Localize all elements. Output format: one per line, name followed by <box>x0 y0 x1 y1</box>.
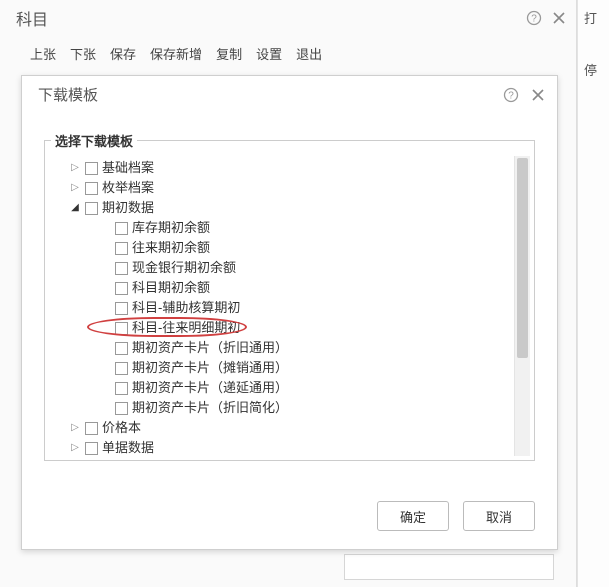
toolbar-exit[interactable]: 退出 <box>296 44 322 63</box>
expand-icon[interactable]: ▷ <box>69 162 81 174</box>
help-icon[interactable]: ? <box>526 10 542 26</box>
checkbox[interactable] <box>115 222 128 235</box>
tree-node-label: 往来期初余额 <box>132 238 210 258</box>
checkbox[interactable] <box>115 282 128 295</box>
outer-header: 科目 ? <box>0 0 576 36</box>
tree-node[interactable]: ▷ 价格本 <box>57 418 514 438</box>
outer-title: 科目 <box>16 6 48 30</box>
tree-node[interactable]: ▷期初资产卡片（递延通用） <box>57 378 514 398</box>
tree-node[interactable]: ▷期初资产卡片（折旧简化） <box>57 398 514 418</box>
cancel-button[interactable]: 取消 <box>463 501 535 531</box>
scrollbar-thumb[interactable] <box>517 158 528 358</box>
tree-node[interactable]: ▷ 基础档案 <box>57 158 514 178</box>
svg-text:?: ? <box>508 90 514 101</box>
checkbox[interactable] <box>85 202 98 215</box>
tree-node[interactable]: ▷科目-辅助核算期初 <box>57 298 514 318</box>
tree-node-label: 基础档案 <box>102 158 154 178</box>
tree-node-label: 期初资产卡片（折旧简化） <box>132 398 288 418</box>
checkbox[interactable] <box>85 182 98 195</box>
checkbox[interactable] <box>115 362 128 375</box>
tree-node[interactable]: ◢ 期初数据 <box>57 198 514 218</box>
tree-node-label: 单据数据 <box>102 438 154 456</box>
tree-node-label: 科目期初余额 <box>132 278 210 298</box>
tree-node-label: 期初资产卡片（折旧通用） <box>132 338 288 358</box>
tree-node[interactable]: ▷库存期初余额 <box>57 218 514 238</box>
tree-node[interactable]: ▷往来期初余额 <box>57 238 514 258</box>
tree-node[interactable]: ▷期初资产卡片（摊销通用） <box>57 358 514 378</box>
tree-node-label: 现金银行期初余额 <box>132 258 236 278</box>
collapse-icon[interactable]: ◢ <box>69 202 81 214</box>
toolbar-save[interactable]: 保存 <box>110 44 136 63</box>
checkbox[interactable] <box>85 422 98 435</box>
checkbox[interactable] <box>85 442 98 455</box>
right-label-1: 打 <box>584 8 597 27</box>
tree-node-label: 科目-往来明细期初 <box>132 318 240 338</box>
right-label-2: 停 <box>584 60 597 79</box>
tree-node[interactable]: ▷科目-往来明细期初 <box>57 318 514 338</box>
close-icon[interactable] <box>552 11 566 25</box>
tree-node[interactable]: ▷期初资产卡片（折旧通用） <box>57 338 514 358</box>
expand-icon[interactable]: ▷ <box>69 422 81 434</box>
group-legend: 选择下载模板 <box>51 131 137 150</box>
tree-node-label: 科目-辅助核算期初 <box>132 298 240 318</box>
outer-toolbar: 上张 下张 保存 保存新增 复制 设置 退出 <box>0 36 576 71</box>
ghost-box <box>344 554 554 580</box>
tree-node-label: 期初数据 <box>102 198 154 218</box>
toolbar-save-new[interactable]: 保存新增 <box>150 44 202 63</box>
template-tree: ▷基础档案▷枚举档案◢期初数据▷库存期初余额▷往来期初余额▷现金银行期初余额▷科… <box>51 156 514 456</box>
help-icon[interactable]: ? <box>503 87 519 103</box>
dialog-body: 选择下载模板 ▷基础档案▷枚举档案◢期初数据▷库存期初余额▷往来期初余额▷现金银… <box>22 113 557 487</box>
expand-icon[interactable]: ▷ <box>69 182 81 194</box>
dialog-header: 下载模板 ? <box>22 76 557 113</box>
tree-node[interactable]: ▷现金银行期初余额 <box>57 258 514 278</box>
checkbox[interactable] <box>85 162 98 175</box>
tree-node-label: 枚举档案 <box>102 178 154 198</box>
tree-node-label: 库存期初余额 <box>132 218 210 238</box>
checkbox[interactable] <box>115 322 128 335</box>
dialog-footer: 确定 取消 <box>22 487 557 549</box>
close-icon[interactable] <box>531 88 545 102</box>
toolbar-settings[interactable]: 设置 <box>256 44 282 63</box>
dialog-title: 下载模板 <box>38 84 98 105</box>
tree-node-label: 期初资产卡片（摊销通用） <box>132 358 288 378</box>
tree-node[interactable]: ▷科目期初余额 <box>57 278 514 298</box>
checkbox[interactable] <box>115 302 128 315</box>
toolbar-next[interactable]: 下张 <box>70 44 96 63</box>
checkbox[interactable] <box>115 242 128 255</box>
download-template-dialog: 下载模板 ? 选择下载模板 ▷基础档案▷枚举档案◢期初数据▷库存期初余额▷往来期… <box>21 75 558 550</box>
right-strip: 打 停 <box>577 0 609 587</box>
tree-node[interactable]: ▷ 枚举档案 <box>57 178 514 198</box>
checkbox[interactable] <box>115 402 128 415</box>
template-group: 选择下载模板 ▷基础档案▷枚举档案◢期初数据▷库存期初余额▷往来期初余额▷现金银… <box>44 131 535 461</box>
expand-icon[interactable]: ▷ <box>69 442 81 454</box>
checkbox[interactable] <box>115 262 128 275</box>
ok-button[interactable]: 确定 <box>377 501 449 531</box>
tree-node-label: 期初资产卡片（递延通用） <box>132 378 288 398</box>
checkbox[interactable] <box>115 342 128 355</box>
checkbox[interactable] <box>115 382 128 395</box>
toolbar-copy[interactable]: 复制 <box>216 44 242 63</box>
svg-text:?: ? <box>531 14 537 25</box>
scrollbar[interactable] <box>514 156 530 456</box>
toolbar-prev[interactable]: 上张 <box>30 44 56 63</box>
tree-node-label: 价格本 <box>102 418 141 438</box>
tree-node[interactable]: ▷ 单据数据 <box>57 438 514 456</box>
